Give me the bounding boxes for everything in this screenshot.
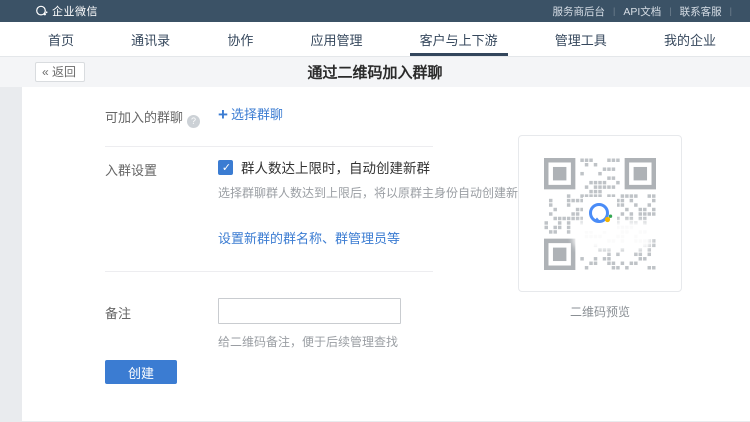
- divider: |: [730, 6, 732, 16]
- divider: [105, 146, 433, 147]
- nav-item-management-tools[interactable]: 管理工具: [549, 22, 613, 56]
- remark-label: 备注: [105, 303, 131, 322]
- info-icon[interactable]: ?: [187, 115, 200, 128]
- nav-item-customers[interactable]: 客户与上下游: [414, 22, 504, 56]
- joinable-group-label: 可加入的群聊?: [105, 107, 200, 128]
- api-docs-link[interactable]: API文档: [623, 4, 661, 19]
- back-button[interactable]: « 返回: [35, 62, 85, 82]
- topbar-links: 服务商后台 | API文档 | 联系客服 |: [553, 4, 740, 19]
- page-header: « 返回 通过二维码加入群聊: [0, 57, 750, 87]
- new-group-settings-link[interactable]: 设置新群的群名称、群管理员等: [218, 228, 400, 247]
- qr-center-logo-icon: [583, 197, 617, 231]
- page-title: 通过二维码加入群聊: [307, 62, 442, 83]
- qr-preview-card: [518, 135, 682, 292]
- nav-item-contacts[interactable]: 通讯录: [125, 22, 176, 56]
- select-group-link-text: 选择群聊: [231, 107, 283, 122]
- brand-name: 企业微信: [52, 3, 98, 19]
- qr-preview-caption: 二维码预览: [518, 303, 682, 320]
- auto-create-group-checkbox-row[interactable]: 群人数达上限时，自动创建新群: [218, 157, 430, 177]
- wechat-work-logo-icon: [35, 5, 48, 18]
- remark-input[interactable]: [218, 298, 401, 324]
- divider: |: [669, 6, 671, 16]
- join-settings-label: 入群设置: [105, 160, 157, 179]
- content-panel: 可加入的群聊? +选择群聊 入群设置 群人数达上限时，自动创建新群 选择群聊群人…: [22, 87, 750, 421]
- divider: |: [613, 6, 615, 16]
- plus-icon: +: [218, 105, 228, 124]
- nav-item-collaboration[interactable]: 协作: [221, 22, 259, 56]
- nav-item-my-enterprise[interactable]: 我的企业: [658, 22, 722, 56]
- select-group-link[interactable]: +选择群聊: [218, 104, 283, 125]
- joinable-group-label-text: 可加入的群聊: [105, 110, 183, 125]
- auto-create-group-checkbox[interactable]: [218, 160, 233, 175]
- create-button[interactable]: 创建: [105, 360, 177, 384]
- remark-hint: 给二维码备注，便于后续管理查找: [218, 333, 398, 350]
- main-nav: 首页 通讯录 协作 应用管理 客户与上下游 管理工具 我的企业: [0, 22, 750, 57]
- join-settings-hint: 选择群聊群人数达到上限后，将以原群主身份自动创建新群: [218, 184, 530, 201]
- brand: 企业微信: [35, 3, 98, 19]
- nav-item-home[interactable]: 首页: [42, 22, 80, 56]
- auto-create-group-checkbox-label[interactable]: 群人数达上限时，自动创建新群: [241, 157, 430, 177]
- contact-support-link[interactable]: 联系客服: [680, 4, 722, 19]
- nav-item-app-management[interactable]: 应用管理: [304, 22, 368, 56]
- qr-code: [544, 158, 656, 270]
- topbar: 企业微信 服务商后台 | API文档 | 联系客服 |: [0, 0, 750, 22]
- divider: [105, 271, 433, 272]
- service-provider-link[interactable]: 服务商后台: [553, 4, 606, 19]
